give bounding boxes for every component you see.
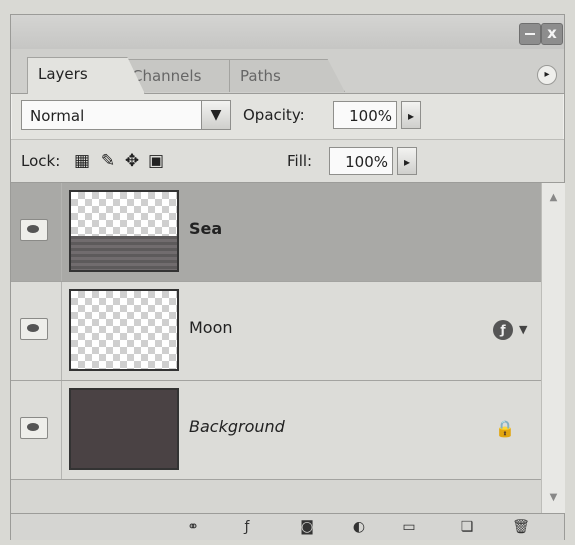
blend-mode-value: Normal [30, 107, 85, 125]
minimize-icon[interactable] [519, 23, 541, 45]
fill-stepper[interactable]: ▸ [397, 147, 417, 175]
scroll-down-icon[interactable]: ▼ [542, 487, 565, 509]
layer-thumbnail [69, 388, 179, 470]
layer-row-moon[interactable]: Moon ƒ ▼ [11, 282, 541, 381]
eye-icon[interactable] [20, 318, 48, 340]
fill-input[interactable]: 100% [329, 147, 393, 175]
scrollbar[interactable]: ▲ ▼ [541, 183, 565, 513]
eye-icon[interactable] [20, 417, 48, 439]
layers-panel: x Channels Paths Layers ▸ Normal ▼ Opaci… [10, 14, 565, 540]
lock-image-icon[interactable]: ✎ [97, 151, 119, 171]
blend-mode-select[interactable]: Normal ▼ [21, 100, 231, 130]
new-adjustment-layer-icon[interactable]: ◐ [349, 517, 369, 537]
expand-effects-icon[interactable]: ▼ [519, 320, 527, 340]
layers-list: Sea Moon ƒ ▼ Background 🔒 [11, 183, 541, 513]
visibility-cell [11, 282, 62, 380]
lock-all-icon[interactable]: ▣ [145, 151, 167, 171]
eye-icon[interactable] [20, 219, 48, 241]
visibility-cell [11, 183, 62, 281]
fill-label: Fill: [287, 152, 313, 170]
panel-titlebar: x [11, 15, 564, 49]
lock-label: Lock: [21, 152, 61, 170]
tab-paths[interactable]: Paths [229, 59, 345, 92]
layer-thumbnail [69, 289, 179, 371]
blend-row: Normal ▼ Opacity: 100% ▸ [11, 93, 564, 139]
layer-name[interactable]: Moon [189, 316, 233, 340]
opacity-stepper[interactable]: ▸ [401, 101, 421, 129]
opacity-input[interactable]: 100% [333, 101, 397, 129]
layer-thumbnail [69, 190, 179, 272]
panel-menu-icon[interactable]: ▸ [537, 65, 557, 85]
layer-row-background[interactable]: Background 🔒 [11, 381, 541, 480]
add-mask-icon[interactable]: ◙ [297, 517, 317, 537]
new-layer-icon[interactable]: ❏ [457, 517, 477, 537]
layer-name[interactable]: Background [189, 415, 285, 439]
tab-bar: Channels Paths Layers ▸ [11, 49, 564, 94]
opacity-label: Opacity: [243, 106, 305, 124]
layer-name[interactable]: Sea [189, 217, 222, 241]
close-icon[interactable]: x [541, 23, 563, 45]
add-style-icon[interactable]: ƒ [237, 517, 257, 537]
lock-icon: 🔒 [495, 419, 515, 438]
delete-layer-icon[interactable]: 🗑 [511, 517, 531, 537]
tab-layers[interactable]: Layers [27, 57, 145, 94]
chevron-down-icon[interactable]: ▼ [201, 101, 230, 129]
lock-row: Lock: ▦ ✎ ✥ ▣ Fill: 100% ▸ [11, 139, 564, 183]
new-group-icon[interactable]: ▭ [399, 517, 419, 537]
layer-effects-icon[interactable]: ƒ [493, 320, 513, 340]
scroll-up-icon[interactable]: ▲ [542, 187, 565, 209]
bottom-toolbar: ⚭ ƒ ◙ ◐ ▭ ❏ 🗑 [11, 513, 564, 540]
lock-position-icon[interactable]: ✥ [121, 151, 143, 171]
link-layers-icon[interactable]: ⚭ [183, 517, 203, 537]
visibility-cell [11, 381, 62, 479]
layer-row-sea[interactable]: Sea [11, 183, 541, 282]
lock-transparent-icon[interactable]: ▦ [71, 151, 93, 171]
